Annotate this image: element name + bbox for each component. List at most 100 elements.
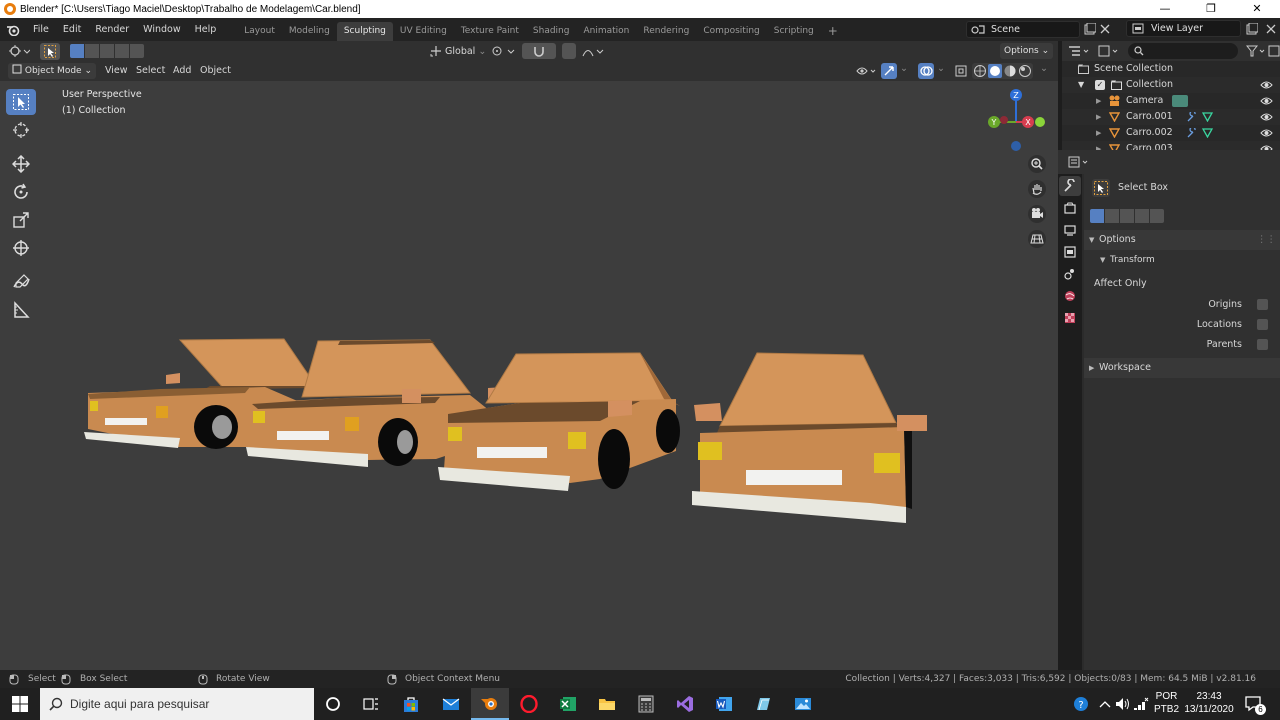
tab-sculpting[interactable]: Sculpting — [336, 22, 393, 41]
car-model[interactable] — [692, 352, 927, 523]
menu-render[interactable]: Render — [88, 18, 136, 41]
keyboard-language[interactable]: POR PTB2 — [1154, 690, 1179, 716]
viewport-menu-add[interactable]: Add — [173, 61, 191, 81]
pivot-point-icon[interactable] — [492, 45, 516, 57]
outliner-row-scene-collection[interactable]: Scene Collection — [1062, 61, 1280, 77]
xray-icon[interactable] — [955, 65, 967, 77]
active-tool-button[interactable] — [40, 43, 60, 60]
snap-toggle[interactable] — [522, 43, 557, 59]
gizmo-toggle[interactable] — [881, 63, 897, 79]
new-collection-icon[interactable] — [1268, 45, 1280, 57]
tab-world[interactable] — [1059, 286, 1081, 306]
locations-checkbox[interactable] — [1257, 319, 1268, 330]
mode-invert-icon[interactable] — [1135, 209, 1149, 223]
camera-data-icon[interactable] — [1172, 95, 1188, 107]
mode-intersect-icon[interactable] — [1150, 209, 1164, 223]
viewport-menu-select[interactable]: Select — [136, 61, 165, 81]
file-explorer-app[interactable] — [588, 688, 626, 720]
drag-handle-icon[interactable]: ⋮⋮ — [1257, 230, 1276, 250]
delete-scene-icon[interactable] — [1100, 24, 1110, 34]
view-layer-selector[interactable]: View Layer — [1126, 20, 1280, 38]
overlays-toggle[interactable] — [918, 63, 934, 79]
tab-scene[interactable] — [1059, 264, 1081, 284]
mode-dropdown[interactable]: Object Mode ⌄ — [8, 63, 96, 79]
tab-layout[interactable]: Layout — [237, 22, 282, 41]
viewport-menu-object[interactable]: Object — [200, 61, 231, 81]
solid-shading-icon[interactable] — [988, 64, 1002, 78]
outliner-row-camera[interactable]: ▶ Camera — [1062, 93, 1280, 109]
excel-app[interactable] — [549, 688, 587, 720]
eye-icon[interactable] — [1260, 96, 1273, 106]
active-tool-icon[interactable] — [1092, 179, 1110, 197]
tab-view-layer[interactable] — [1059, 242, 1081, 262]
expand-arrow-icon[interactable]: ▶ — [1096, 141, 1101, 150]
maximize-button[interactable]: ❐ — [1188, 0, 1234, 18]
expand-arrow-icon[interactable]: ▶ — [1096, 109, 1101, 125]
minimize-button[interactable]: — — [1142, 0, 1188, 18]
options-section-header[interactable]: ▼ Options ⋮⋮ — [1084, 230, 1280, 250]
mode-subtract-icon[interactable] — [1120, 209, 1134, 223]
display-mode-icon[interactable] — [1098, 45, 1120, 57]
visual-studio-app[interactable] — [666, 688, 704, 720]
origins-checkbox[interactable] — [1257, 299, 1268, 310]
3d-viewport[interactable]: Global ⌄ Options ⌄ Object Mode ⌄ View Se… — [0, 41, 1058, 670]
cortana-button[interactable] — [314, 688, 352, 720]
car-model[interactable] — [438, 352, 680, 491]
outliner-editor-icon[interactable] — [1068, 45, 1090, 57]
editor-type-icon[interactable] — [8, 44, 30, 58]
expand-arrow-icon[interactable]: ▼ — [1078, 77, 1084, 93]
clock[interactable]: 23:43 13/11/2020 — [1184, 690, 1234, 716]
scene-selector[interactable]: Scene — [966, 20, 1110, 38]
word-app[interactable] — [705, 688, 743, 720]
transform-subsection-header[interactable]: ▼ Transform — [1084, 251, 1280, 269]
selection-mode-buttons[interactable] — [1090, 209, 1164, 223]
notification-center-button[interactable]: 6 — [1244, 694, 1266, 717]
outliner-row-collection[interactable]: ▼ ✓ Collection — [1062, 77, 1280, 93]
notes-app[interactable] — [744, 688, 782, 720]
tab-output[interactable] — [1059, 220, 1081, 240]
add-workspace-button[interactable]: + — [821, 22, 845, 41]
blender-app[interactable] — [471, 688, 509, 720]
locations-checkbox-row[interactable]: Locations — [1084, 316, 1280, 334]
filter-icon[interactable] — [1246, 45, 1266, 57]
outliner-row-carro-003[interactable]: ▶ Carro.003 — [1062, 141, 1280, 150]
mesh-data-icon[interactable] — [1202, 128, 1213, 138]
new-view-layer-icon[interactable] — [1246, 23, 1258, 35]
tab-tool[interactable] — [1059, 176, 1081, 196]
modifier-wrench-icon[interactable] — [1186, 112, 1197, 122]
parents-checkbox-row[interactable]: Parents — [1084, 336, 1280, 354]
menu-edit[interactable]: Edit — [56, 18, 88, 41]
wireframe-shading-icon[interactable] — [973, 64, 987, 78]
task-view-button[interactable] — [352, 688, 390, 720]
options-dropdown[interactable]: Options ⌄ — [1000, 43, 1054, 59]
calculator-app[interactable] — [627, 688, 665, 720]
store-app[interactable] — [392, 688, 430, 720]
parents-checkbox[interactable] — [1257, 339, 1268, 350]
expand-arrow-icon[interactable]: ▶ — [1096, 125, 1101, 141]
photos-app[interactable] — [784, 688, 822, 720]
delete-view-layer-icon[interactable] — [1266, 24, 1276, 34]
menu-help[interactable]: Help — [188, 18, 224, 41]
tab-modeling[interactable]: Modeling — [282, 22, 337, 41]
menu-window[interactable]: Window — [136, 18, 187, 41]
collection-checkbox[interactable]: ✓ — [1095, 80, 1105, 90]
mode-extend-icon[interactable] — [85, 44, 99, 58]
tab-uv-editing[interactable]: UV Editing — [393, 22, 454, 41]
help-icon[interactable]: ? — [1073, 696, 1091, 712]
origins-checkbox-row[interactable]: Origins — [1084, 296, 1280, 314]
start-button[interactable] — [0, 688, 40, 720]
mode-invert-icon[interactable] — [115, 44, 129, 58]
taskbar-search-box[interactable]: Digite aqui para pesquisar — [40, 688, 314, 720]
tab-texture[interactable] — [1059, 308, 1081, 328]
mode-extend-icon[interactable] — [1105, 209, 1119, 223]
expand-arrow-icon[interactable]: ▶ — [1096, 93, 1101, 109]
tab-shading[interactable]: Shading — [526, 22, 577, 41]
mail-app[interactable] — [432, 688, 470, 720]
tab-texture-paint[interactable]: Texture Paint — [454, 22, 526, 41]
tab-scripting[interactable]: Scripting — [767, 22, 821, 41]
tab-animation[interactable]: Animation — [576, 22, 636, 41]
mesh-data-icon[interactable] — [1202, 112, 1213, 122]
opera-app[interactable] — [510, 688, 548, 720]
tab-compositing[interactable]: Compositing — [696, 22, 766, 41]
tab-rendering[interactable]: Rendering — [636, 22, 696, 41]
